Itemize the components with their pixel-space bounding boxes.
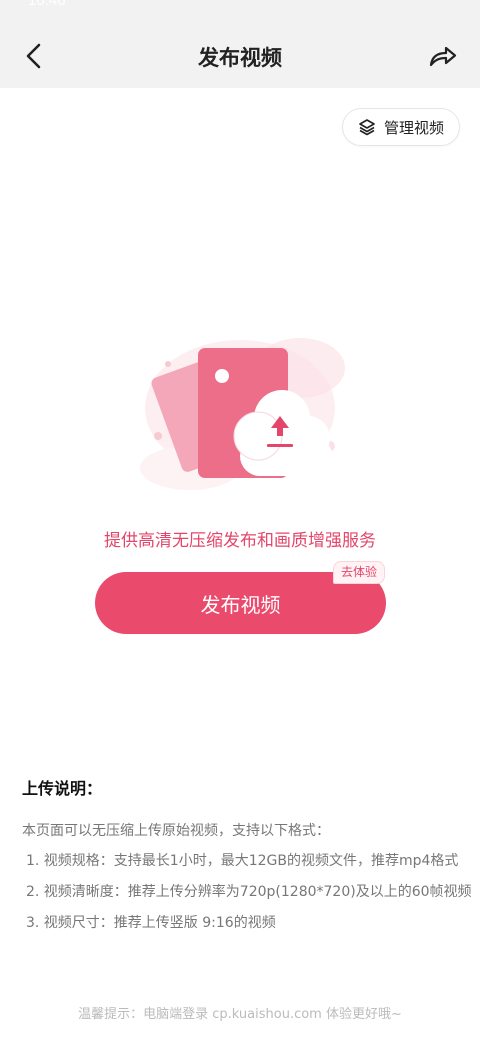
header: 发布视频	[0, 22, 480, 88]
upload-info-heading: 上传说明：	[22, 779, 103, 798]
upload-info-item: 3. 视频尺寸：推荐上传竖版 9:16的视频	[26, 915, 276, 931]
footer-tip: 温馨提示：电脑端登录 cp.kuaishou.com 体验更好哦~	[78, 1007, 402, 1022]
share-button[interactable]	[426, 40, 460, 72]
share-arrow-icon	[429, 46, 457, 67]
try-badge[interactable]: 去体验	[333, 561, 386, 584]
page-title: 发布视频	[198, 46, 282, 70]
status-time: 10:46	[28, 0, 66, 9]
manage-videos-label: 管理视频	[383, 118, 444, 137]
photo-cloud-upload-illustration	[140, 338, 345, 490]
upload-info-intro: 本页面可以无压缩上传原始视频，支持以下格式：	[22, 823, 330, 839]
upload-info-item: 1. 视频规格：支持最长1小时，最大12GB的视频文件，推荐mp4格式	[26, 853, 459, 869]
promo-text: 提供高清无压缩发布和画质增强服务	[104, 531, 376, 551]
status-bar: 10:46	[0, 0, 480, 22]
upload-info-item: 2. 视频清晰度：推荐上传分辨率为720p(1280*720)及以上的60帧视频	[26, 884, 472, 900]
manage-videos-button[interactable]: 管理视频	[342, 108, 460, 146]
layers-icon	[359, 119, 375, 136]
upload-illustration	[130, 318, 350, 498]
